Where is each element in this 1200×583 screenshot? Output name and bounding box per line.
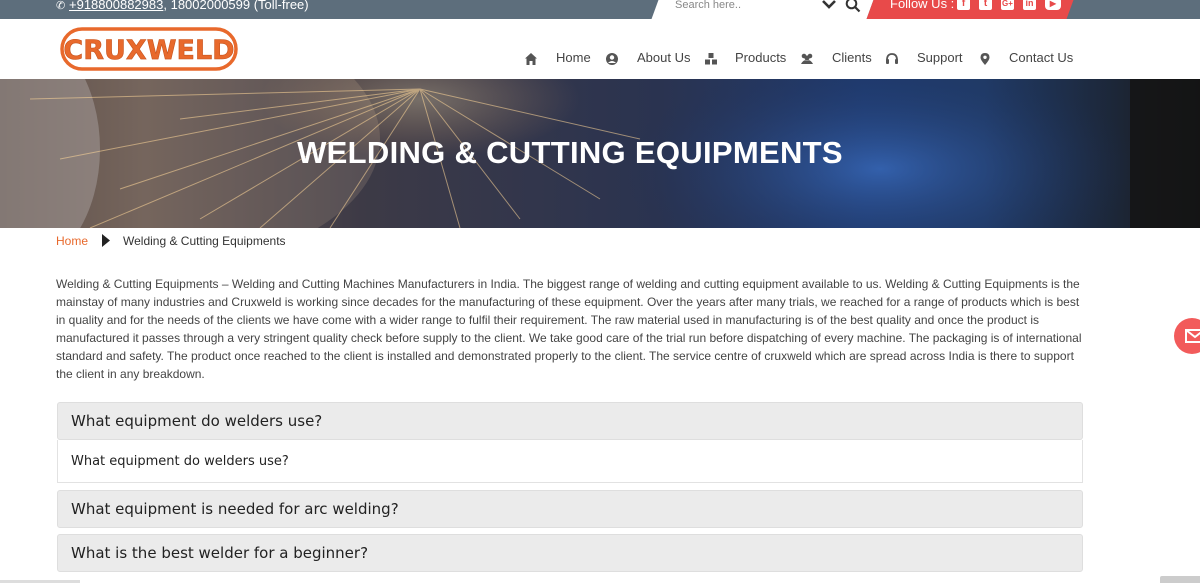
phone-link[interactable]: +918800882983	[69, 0, 163, 12]
user-circle-icon	[606, 53, 618, 65]
breadcrumb-arrow-icon	[102, 234, 110, 247]
nav-about-us[interactable]: About Us	[637, 50, 690, 65]
youtube-icon[interactable]: ▶	[1045, 0, 1061, 10]
faq-question[interactable]: What equipment do welders use?	[57, 402, 1083, 440]
intro-paragraph: Welding & Cutting Equipments – Welding a…	[56, 277, 1082, 381]
bottom-right-widget[interactable]	[1160, 576, 1200, 583]
cruxweld-logo[interactable]: CRUXWELD	[60, 26, 238, 72]
svg-text:CRUXWELD: CRUXWELD	[63, 35, 234, 66]
faq-item: What is the best welder for a beginner?	[57, 534, 1083, 572]
phone-secondary: , 18002000599 (Toll-free)	[163, 0, 309, 12]
google-plus-icon[interactable]: G+	[1001, 0, 1014, 10]
nav-support[interactable]: Support	[917, 50, 963, 65]
nav-home[interactable]: Home	[556, 50, 591, 65]
headset-icon	[886, 53, 898, 64]
faq-question[interactable]: What is the best welder for a beginner?	[57, 534, 1083, 572]
users-icon	[801, 53, 813, 64]
search-input[interactable]	[675, 0, 815, 15]
home-icon	[525, 53, 537, 65]
hero-banner: WELDING & CUTTING EQUIPMENTS	[0, 79, 1200, 228]
mail-icon	[1185, 329, 1200, 343]
faq-item: What equipment do welders use? What equi…	[57, 402, 1083, 483]
search-icon[interactable]	[845, 0, 861, 13]
phone-info: ✆ +918800882983, 18002000599 (Toll-free)	[56, 0, 309, 12]
floating-mail-button[interactable]	[1174, 318, 1200, 354]
phone-icon: ✆	[56, 0, 66, 12]
cubes-icon	[705, 53, 717, 65]
facebook-icon[interactable]: f	[957, 0, 970, 10]
follow-label: Follow Us :	[890, 0, 955, 11]
twitter-icon[interactable]: t	[979, 0, 992, 10]
faq-answer: What equipment do welders use?	[57, 440, 1083, 483]
banner-title: WELDING & CUTTING EQUIPMENTS	[297, 135, 843, 170]
nav-contact-us[interactable]: Contact Us	[1009, 50, 1073, 65]
chevron-down-icon[interactable]	[821, 0, 837, 12]
breadcrumb-home[interactable]: Home	[56, 234, 88, 248]
faq-item: What equipment is needed for arc welding…	[57, 490, 1083, 528]
nav-clients[interactable]: Clients	[832, 50, 872, 65]
linkedin-icon[interactable]: in	[1023, 0, 1036, 10]
breadcrumb-current: Welding & Cutting Equipments	[123, 234, 286, 248]
faq-question[interactable]: What equipment is needed for arc welding…	[57, 490, 1083, 528]
map-marker-icon	[980, 53, 990, 65]
nav-products[interactable]: Products	[735, 50, 786, 65]
site-header: CRUXWELD	[0, 19, 1200, 79]
